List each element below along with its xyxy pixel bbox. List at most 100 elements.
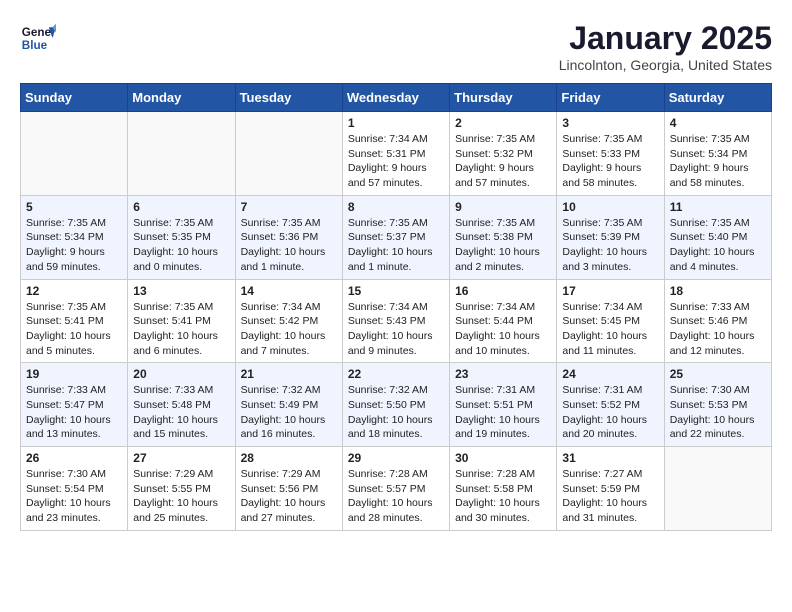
week-row-3: 12 Sunrise: 7:35 AM Sunset: 5:41 PM Dayli… [21, 279, 772, 363]
day-cell-empty [235, 112, 342, 196]
day-cell-empty [128, 112, 235, 196]
day-number: 4 [670, 116, 766, 130]
day-info: Sunrise: 7:32 AM Sunset: 5:50 PM Dayligh… [348, 383, 444, 442]
day-cell-10: 10Sunrise: 7:35 AM Sunset: 5:39 PM Dayli… [557, 195, 664, 279]
weekday-header-monday: Monday [128, 84, 235, 112]
day-info: Sunrise: 7:33 AM Sunset: 5:47 PM Dayligh… [26, 383, 122, 442]
day-number: 29 [348, 451, 444, 465]
day-number: 15 [348, 284, 444, 298]
location: Lincolnton, Georgia, United States [559, 57, 772, 73]
day-info: Sunrise: 7:29 AM Sunset: 5:56 PM Dayligh… [241, 467, 337, 526]
day-info: Sunrise: 7:35 AM Sunset: 5:37 PM Dayligh… [348, 216, 444, 275]
day-info: Sunrise: 7:28 AM Sunset: 5:57 PM Dayligh… [348, 467, 444, 526]
week-row-4: 19Sunrise: 7:33 AM Sunset: 5:47 PM Dayli… [21, 363, 772, 447]
day-number: 6 [133, 200, 229, 214]
day-cell-3: 3 Sunrise: 7:35 AM Sunset: 5:33 PM Daylig… [557, 112, 664, 196]
title-section: January 2025 Lincolnton, Georgia, United… [559, 20, 772, 73]
day-cell-11: 11Sunrise: 7:35 AM Sunset: 5:40 PM Dayli… [664, 195, 771, 279]
day-cell-12: 12Sunrise: 7:35 AM Sunset: 5:41 PM Dayli… [21, 279, 128, 363]
day-cell-25: 25 Sunrise: 7:30 AM Sunset: 5:53 PM Dayli… [664, 363, 771, 447]
day-cell-28: 28 Sunrise: 7:29 AM Sunset: 5:56 PM Dayli… [235, 447, 342, 531]
day-cell-16: 16 Sunrise: 7:34 AM Sunset: 5:44 PM Dayli… [450, 279, 557, 363]
day-number: 13 [133, 284, 229, 298]
day-cell-6: 6 Sunrise: 7:35 AM Sunset: 5:35 PM Daylig… [128, 195, 235, 279]
weekday-header-friday: Friday [557, 84, 664, 112]
day-cell-20: 20 Sunrise: 7:33 AM Sunset: 5:48 PM Dayli… [128, 363, 235, 447]
day-number: 23 [455, 367, 551, 381]
day-number: 1 [348, 116, 444, 130]
day-cell-9: 9 Sunrise: 7:35 AM Sunset: 5:38 PM Daylig… [450, 195, 557, 279]
week-row-2: 5 Sunrise: 7:35 AM Sunset: 5:34 PM Daylig… [21, 195, 772, 279]
day-info: Sunrise: 7:29 AM Sunset: 5:55 PM Dayligh… [133, 467, 229, 526]
day-number: 2 [455, 116, 551, 130]
day-cell-empty [664, 447, 771, 531]
day-info: Sunrise: 7:35 AM Sunset: 5:41 PM Dayligh… [133, 300, 229, 359]
day-number: 9 [455, 200, 551, 214]
day-info: Sunrise: 7:34 AM Sunset: 5:45 PM Dayligh… [562, 300, 658, 359]
day-cell-1: 1 Sunrise: 7:34 AM Sunset: 5:31 PM Daylig… [342, 112, 449, 196]
day-info: Sunrise: 7:34 AM Sunset: 5:43 PM Dayligh… [348, 300, 444, 359]
weekday-header-sunday: Sunday [21, 84, 128, 112]
day-cell-7: 7Sunrise: 7:35 AM Sunset: 5:36 PM Daylig… [235, 195, 342, 279]
logo: General Blue [20, 20, 56, 56]
week-row-1: 1 Sunrise: 7:34 AM Sunset: 5:31 PM Daylig… [21, 112, 772, 196]
day-cell-5: 5 Sunrise: 7:35 AM Sunset: 5:34 PM Daylig… [21, 195, 128, 279]
weekday-header-wednesday: Wednesday [342, 84, 449, 112]
day-info: Sunrise: 7:35 AM Sunset: 5:34 PM Dayligh… [26, 216, 122, 275]
weekday-header-row: SundayMondayTuesdayWednesdayThursdayFrid… [21, 84, 772, 112]
day-number: 10 [562, 200, 658, 214]
logo-icon: General Blue [20, 20, 56, 56]
day-cell-8: 8 Sunrise: 7:35 AM Sunset: 5:37 PM Daylig… [342, 195, 449, 279]
day-number: 8 [348, 200, 444, 214]
day-number: 3 [562, 116, 658, 130]
day-info: Sunrise: 7:27 AM Sunset: 5:59 PM Dayligh… [562, 467, 658, 526]
weekday-header-saturday: Saturday [664, 84, 771, 112]
day-info: Sunrise: 7:35 AM Sunset: 5:36 PM Dayligh… [241, 216, 337, 275]
day-cell-27: 27Sunrise: 7:29 AM Sunset: 5:55 PM Dayli… [128, 447, 235, 531]
day-cell-empty [21, 112, 128, 196]
day-info: Sunrise: 7:32 AM Sunset: 5:49 PM Dayligh… [241, 383, 337, 442]
day-number: 30 [455, 451, 551, 465]
day-number: 18 [670, 284, 766, 298]
day-info: Sunrise: 7:30 AM Sunset: 5:53 PM Dayligh… [670, 383, 766, 442]
day-number: 5 [26, 200, 122, 214]
day-number: 26 [26, 451, 122, 465]
day-info: Sunrise: 7:35 AM Sunset: 5:40 PM Dayligh… [670, 216, 766, 275]
weekday-header-tuesday: Tuesday [235, 84, 342, 112]
svg-text:Blue: Blue [22, 39, 48, 52]
day-number: 21 [241, 367, 337, 381]
day-cell-19: 19Sunrise: 7:33 AM Sunset: 5:47 PM Dayli… [21, 363, 128, 447]
day-info: Sunrise: 7:35 AM Sunset: 5:38 PM Dayligh… [455, 216, 551, 275]
day-info: Sunrise: 7:35 AM Sunset: 5:35 PM Dayligh… [133, 216, 229, 275]
day-number: 31 [562, 451, 658, 465]
day-info: Sunrise: 7:30 AM Sunset: 5:54 PM Dayligh… [26, 467, 122, 526]
day-cell-31: 31 Sunrise: 7:27 AM Sunset: 5:59 PM Dayli… [557, 447, 664, 531]
day-cell-30: 30Sunrise: 7:28 AM Sunset: 5:58 PM Dayli… [450, 447, 557, 531]
day-number: 24 [562, 367, 658, 381]
day-number: 14 [241, 284, 337, 298]
day-info: Sunrise: 7:34 AM Sunset: 5:31 PM Dayligh… [348, 132, 444, 191]
day-cell-4: 4Sunrise: 7:35 AM Sunset: 5:34 PM Daylig… [664, 112, 771, 196]
month-title: January 2025 [559, 20, 772, 57]
day-info: Sunrise: 7:33 AM Sunset: 5:48 PM Dayligh… [133, 383, 229, 442]
day-info: Sunrise: 7:35 AM Sunset: 5:32 PM Dayligh… [455, 132, 551, 191]
day-number: 28 [241, 451, 337, 465]
day-cell-15: 15 Sunrise: 7:34 AM Sunset: 5:43 PM Dayli… [342, 279, 449, 363]
day-info: Sunrise: 7:35 AM Sunset: 5:33 PM Dayligh… [562, 132, 658, 191]
day-cell-22: 22Sunrise: 7:32 AM Sunset: 5:50 PM Dayli… [342, 363, 449, 447]
day-number: 20 [133, 367, 229, 381]
day-number: 16 [455, 284, 551, 298]
day-cell-2: 2 Sunrise: 7:35 AM Sunset: 5:32 PM Daylig… [450, 112, 557, 196]
day-info: Sunrise: 7:31 AM Sunset: 5:51 PM Dayligh… [455, 383, 551, 442]
week-row-5: 26 Sunrise: 7:30 AM Sunset: 5:54 PM Dayli… [21, 447, 772, 531]
day-cell-21: 21 Sunrise: 7:32 AM Sunset: 5:49 PM Dayli… [235, 363, 342, 447]
day-cell-23: 23 Sunrise: 7:31 AM Sunset: 5:51 PM Dayli… [450, 363, 557, 447]
day-number: 25 [670, 367, 766, 381]
day-info: Sunrise: 7:31 AM Sunset: 5:52 PM Dayligh… [562, 383, 658, 442]
calendar-table: SundayMondayTuesdayWednesdayThursdayFrid… [20, 83, 772, 531]
day-cell-17: 17Sunrise: 7:34 AM Sunset: 5:45 PM Dayli… [557, 279, 664, 363]
day-number: 12 [26, 284, 122, 298]
day-cell-14: 14Sunrise: 7:34 AM Sunset: 5:42 PM Dayli… [235, 279, 342, 363]
day-info: Sunrise: 7:34 AM Sunset: 5:44 PM Dayligh… [455, 300, 551, 359]
day-cell-24: 24 Sunrise: 7:31 AM Sunset: 5:52 PM Dayli… [557, 363, 664, 447]
